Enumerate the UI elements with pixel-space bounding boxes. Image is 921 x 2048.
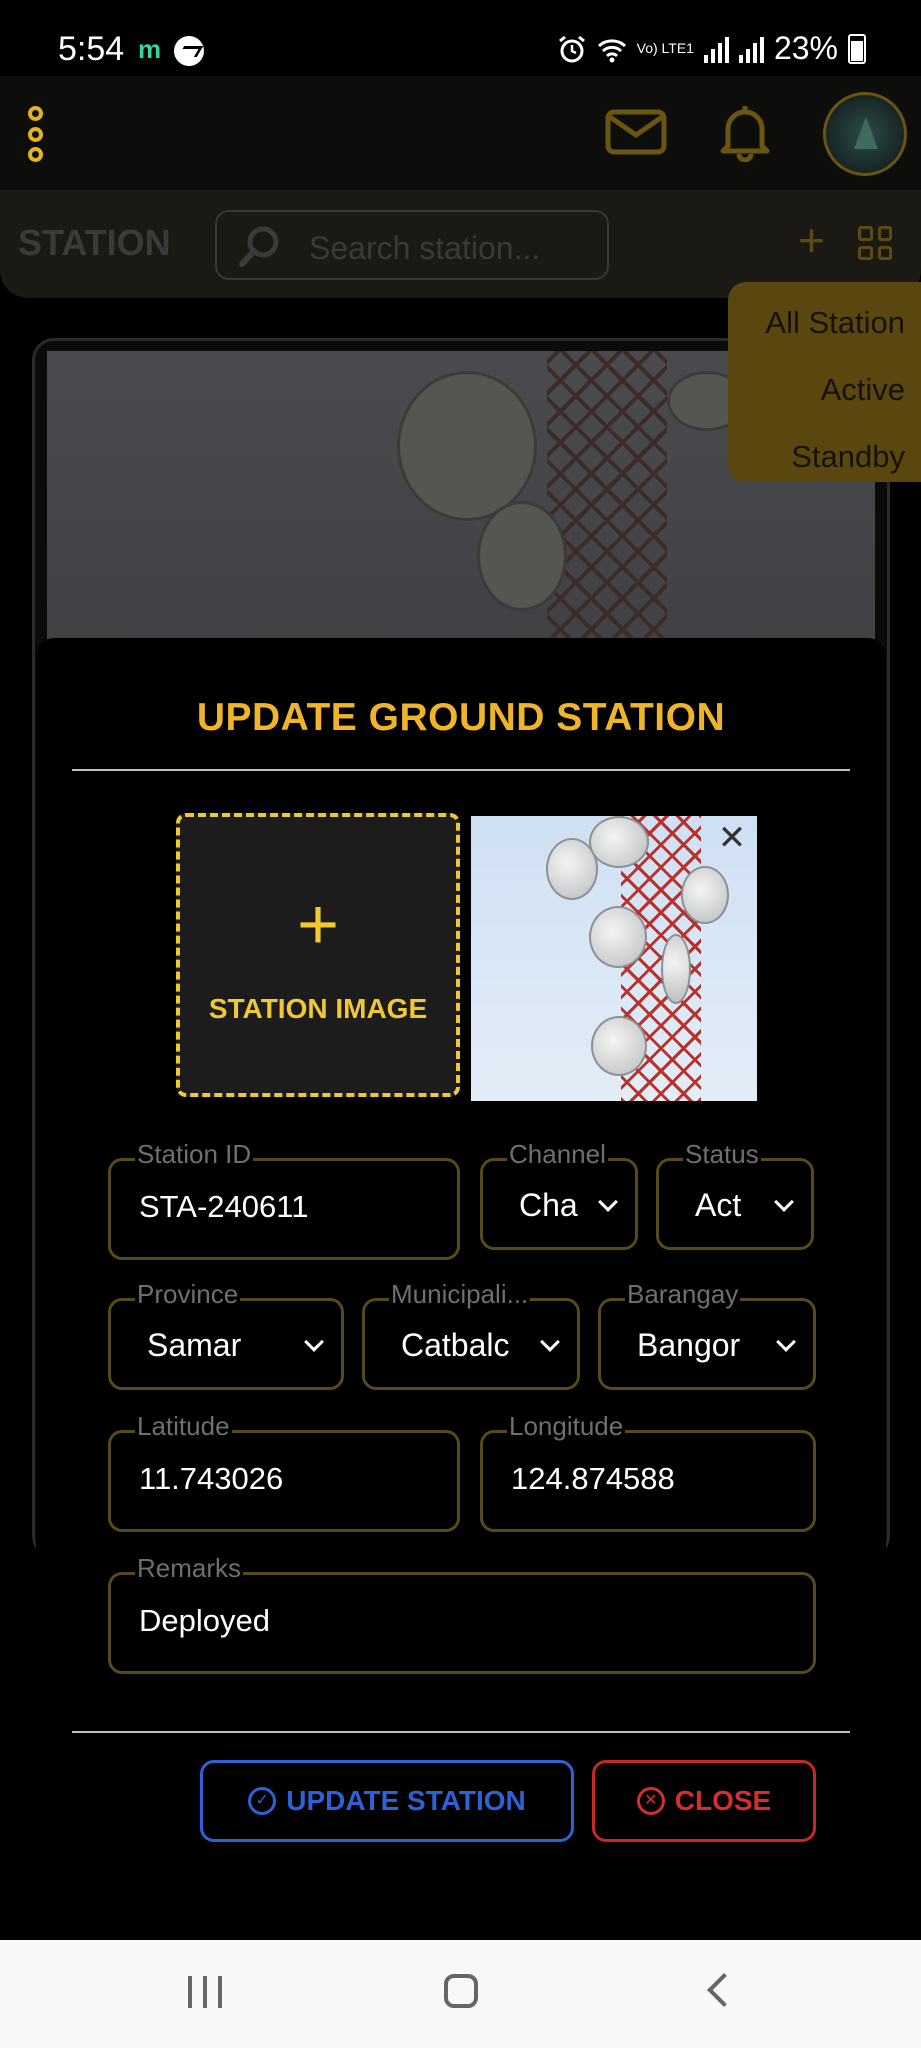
channel-value: Cha (519, 1187, 578, 1223)
signal-icon (703, 35, 729, 63)
latitude-field[interactable]: Latitude 11.743026 (108, 1411, 460, 1532)
modal-divider-top (72, 769, 850, 771)
longitude-label: Longitude (507, 1411, 626, 1442)
close-label: CLOSE (674, 1785, 772, 1816)
station-id-field[interactable]: Station ID STA-240611 (108, 1139, 460, 1260)
status-indicators: Vo) LTE1 23% (557, 30, 866, 67)
home-icon[interactable] (444, 1974, 478, 2008)
status-filter-menu: All Station Active Standby (728, 282, 921, 482)
alarm-icon (558, 35, 585, 62)
municipality-value: Catbalc (401, 1327, 510, 1363)
lte-indicator: Vo) LTE1 (636, 40, 694, 56)
municipality-select[interactable]: Municipali... Catbalc (362, 1279, 580, 1390)
province-select[interactable]: Province Samar (108, 1279, 344, 1390)
modal-title: UPDATE GROUND STATION (196, 696, 726, 739)
add-station-icon[interactable]: + (798, 217, 825, 263)
chevron-down-icon (776, 1332, 796, 1352)
station-id-label: Station ID (135, 1139, 254, 1170)
close-circle-icon: ✕ (636, 1787, 665, 1815)
page-title: STATION (18, 222, 171, 263)
wifi-icon (597, 38, 626, 62)
update-station-modal: UPDATE GROUND STATION + STATION IMAGE ✕ … (36, 638, 886, 1906)
remove-image-icon[interactable]: ✕ (715, 821, 749, 856)
municipality-label: Municipali... (389, 1279, 531, 1310)
chevron-down-icon (598, 1192, 618, 1212)
search-icon (239, 226, 279, 267)
status-bar: 5:54 m Vo) LTE1 23% (0, 0, 921, 76)
menu-dots-icon[interactable] (28, 106, 46, 162)
search-placeholder: Search station... (309, 230, 541, 266)
barangay-select[interactable]: Barangay Bangor (598, 1279, 816, 1390)
station-image-label: STATION IMAGE (208, 993, 428, 1024)
channel-label: Channel (507, 1139, 608, 1170)
station-image-thumbnail: ✕ (471, 816, 757, 1101)
status-select[interactable]: Status Act (656, 1139, 814, 1250)
remarks-label: Remarks (135, 1553, 244, 1584)
bell-icon[interactable] (718, 102, 772, 162)
messenger-icon (174, 36, 204, 66)
system-nav-bar (0, 1940, 921, 2048)
chevron-down-icon (540, 1332, 560, 1352)
update-station-button[interactable]: ✓ UPDATE STATION (200, 1760, 574, 1842)
avatar[interactable] (823, 92, 907, 176)
app-notification-icon: m (138, 34, 162, 64)
longitude-field[interactable]: Longitude 124.874588 (480, 1411, 816, 1532)
filter-all-station[interactable]: All Station (728, 292, 921, 359)
modal-divider-bottom (72, 1731, 850, 1733)
close-button[interactable]: ✕ CLOSE (592, 1760, 816, 1842)
filter-standby[interactable]: Standby (728, 426, 921, 493)
add-image-icon: + (296, 885, 340, 965)
station-image-upload[interactable]: + STATION IMAGE (176, 813, 460, 1097)
remarks-value: Deployed (139, 1603, 270, 1638)
filter-active[interactable]: Active (728, 359, 921, 426)
update-station-label: UPDATE STATION (286, 1785, 526, 1816)
signal-icon-2 (738, 35, 764, 63)
status-time: 5:54 (58, 30, 125, 68)
channel-select[interactable]: Channel Cha (480, 1139, 638, 1250)
search-input[interactable]: Search station... (215, 210, 609, 280)
check-circle-icon: ✓ (248, 1787, 277, 1815)
province-value: Samar (147, 1327, 242, 1363)
latitude-value: 11.743026 (139, 1461, 284, 1496)
app-header (0, 76, 921, 190)
barangay-value: Bangor (637, 1327, 741, 1363)
recent-apps-icon[interactable] (188, 1976, 222, 2008)
battery-icon (848, 33, 866, 64)
battery-percent: 23% (773, 30, 838, 66)
chevron-down-icon (304, 1332, 324, 1352)
back-icon[interactable] (707, 1973, 741, 2007)
grid-view-icon[interactable] (858, 226, 892, 260)
latitude-label: Latitude (135, 1411, 232, 1442)
status-label: Status (683, 1139, 761, 1170)
station-id-value: STA-240611 (139, 1189, 309, 1224)
longitude-value: 124.874588 (511, 1461, 675, 1496)
remarks-field[interactable]: Remarks Deployed (108, 1553, 816, 1674)
province-label: Province (135, 1279, 241, 1310)
status-value: Act (695, 1187, 742, 1223)
mail-icon[interactable] (605, 109, 667, 155)
barangay-label: Barangay (625, 1279, 741, 1310)
chevron-down-icon (774, 1192, 794, 1212)
